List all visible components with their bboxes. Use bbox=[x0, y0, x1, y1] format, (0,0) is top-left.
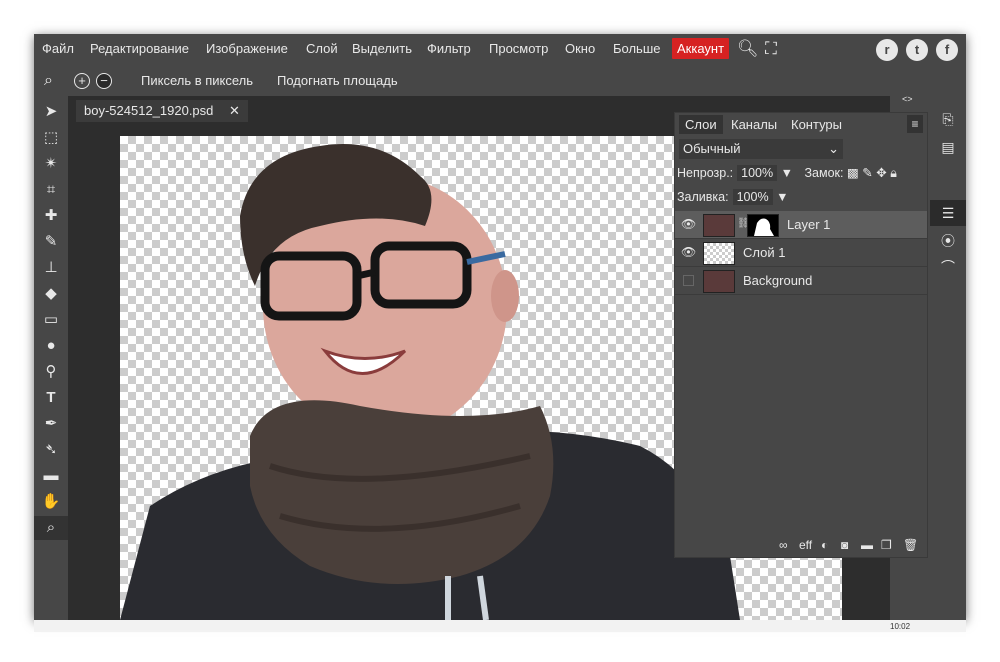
effects-icon[interactable]: eff bbox=[799, 538, 812, 552]
healing-tool-icon[interactable]: ✚ bbox=[34, 204, 68, 228]
folder-icon[interactable]: ▬ bbox=[861, 538, 873, 552]
close-icon[interactable]: ✕ bbox=[229, 103, 240, 118]
new-layer-icon[interactable]: ❐ bbox=[881, 538, 892, 552]
menu-window[interactable]: Окно bbox=[565, 41, 595, 56]
text-tool-icon[interactable]: T bbox=[34, 386, 68, 410]
zoom-tool-icon[interactable]: ⌕ bbox=[34, 516, 68, 540]
mask-icon[interactable]: ◙ bbox=[841, 538, 848, 552]
crop-tool-icon[interactable]: ⌗ bbox=[34, 178, 68, 202]
zoom-tool-icon: ⌕ bbox=[44, 72, 53, 89]
layer-name: Background bbox=[743, 273, 813, 288]
adjustment-icon[interactable]: ◐ bbox=[821, 538, 828, 552]
opacity-input[interactable]: 100% bbox=[737, 165, 778, 181]
layer-thumbnail bbox=[703, 214, 735, 237]
layers-panel: Слои Каналы Контуры ≡ Обычный ⌄ Непрозр.… bbox=[674, 112, 928, 558]
layers-panel-footer: ∞ eff ◐ ◙ ▬ ❐ 🗑︎ bbox=[675, 535, 927, 557]
app-window: Файл Редактирование Изображение Слой Выд… bbox=[34, 34, 966, 620]
menu-filter[interactable]: Фильтр bbox=[427, 41, 471, 56]
document-tab[interactable]: boy-524512_1920.psd ✕ bbox=[76, 100, 248, 122]
tools-panel: ➤ ⬚ ✴ ⌗ ✚ ✎ ⊥ ◆ ▭ ● ⚲ T ✒ ➴ ▬ ✋ ⌕ bbox=[34, 96, 68, 620]
gradient-tool-icon[interactable]: ▭ bbox=[34, 308, 68, 332]
right-sidebar: ⎘ ▤ ☰ ⦿ ⌒ bbox=[930, 96, 966, 620]
layer-row[interactable]: 👁︎ Слой 1 bbox=[675, 239, 927, 267]
menu-select[interactable]: Выделить bbox=[352, 41, 412, 56]
lock-paint-icon[interactable]: ✎ bbox=[862, 166, 872, 180]
fill-label: Заливка: bbox=[677, 190, 729, 204]
menu-bar: Файл Редактирование Изображение Слой Выд… bbox=[34, 34, 966, 66]
stamp-tool-icon[interactable]: ⊥ bbox=[34, 256, 68, 280]
menu-image[interactable]: Изображение bbox=[206, 41, 288, 56]
layer-row[interactable]: Background bbox=[675, 267, 927, 295]
lock-all-icon[interactable]: 🔒︎ bbox=[890, 166, 897, 180]
taskbar-strip bbox=[34, 620, 966, 632]
eraser-tool-icon[interactable]: ◆ bbox=[34, 282, 68, 306]
move-tool-icon[interactable]: ➤ bbox=[34, 100, 68, 124]
brush-tool-icon[interactable]: ✎ bbox=[34, 230, 68, 254]
delete-icon[interactable]: 🗑︎ bbox=[903, 538, 918, 552]
paths-icon[interactable]: ⌒ bbox=[930, 254, 966, 280]
menu-more[interactable]: Больше bbox=[613, 41, 661, 56]
menu-file[interactable]: Файл bbox=[42, 41, 74, 56]
menu-layer[interactable]: Слой bbox=[306, 41, 338, 56]
blur-tool-icon[interactable]: ● bbox=[34, 334, 68, 358]
eye-icon[interactable]: 👁︎ bbox=[681, 245, 696, 259]
lock-move-icon[interactable]: ✥ bbox=[876, 166, 886, 180]
chevron-down-icon: ⌄ bbox=[828, 141, 839, 156]
collapse-panel-icon[interactable]: <> bbox=[902, 94, 913, 104]
marquee-tool-icon[interactable]: ⬚ bbox=[34, 126, 68, 150]
options-bar: ⌕ + − Пиксель в пиксель Подогнать площад… bbox=[34, 66, 966, 96]
menu-edit[interactable]: Редактирование bbox=[90, 41, 189, 56]
layer-name: Layer 1 bbox=[787, 217, 831, 232]
shape-tool-icon[interactable]: ▬ bbox=[34, 464, 68, 488]
fill-input[interactable]: 100% bbox=[732, 189, 773, 205]
layer-thumbnail bbox=[703, 270, 735, 293]
tab-channels[interactable]: Каналы bbox=[731, 117, 777, 132]
hand-tool-icon[interactable]: ✋ bbox=[34, 490, 68, 514]
mask-shape bbox=[754, 218, 774, 236]
channels-icon[interactable]: ⦿ bbox=[930, 228, 966, 254]
layer-row[interactable]: 👁︎ ⛓︎ Layer 1 bbox=[675, 211, 927, 239]
clock: 10:02 bbox=[890, 622, 911, 631]
dodge-tool-icon[interactable]: ⚲ bbox=[34, 360, 68, 384]
layer-thumbnail bbox=[703, 242, 735, 265]
opacity-dropdown-icon[interactable]: ▼ bbox=[781, 166, 793, 180]
search-icon[interactable]: 🔍︎ bbox=[737, 39, 759, 59]
pen-tool-icon[interactable]: ✒ bbox=[34, 412, 68, 436]
pixel-to-pixel-button[interactable]: Пиксель в пиксель bbox=[141, 73, 253, 88]
menu-view[interactable]: Просмотр bbox=[489, 41, 548, 56]
panel-menu-icon[interactable]: ≡ bbox=[907, 115, 923, 133]
blend-mode-select[interactable]: Обычный ⌄ bbox=[679, 139, 843, 159]
history-icon[interactable]: ⎘ bbox=[930, 106, 966, 132]
visibility-toggle[interactable] bbox=[683, 275, 694, 286]
lock-transparency-icon[interactable]: ▩ bbox=[847, 166, 859, 180]
tab-layers[interactable]: Слои bbox=[679, 115, 723, 134]
zoom-in-icon[interactable]: + bbox=[74, 73, 90, 89]
twitter-icon[interactable]: t bbox=[906, 39, 928, 61]
facebook-icon[interactable]: f bbox=[936, 39, 958, 61]
magic-wand-icon[interactable]: ✴ bbox=[34, 152, 68, 176]
blend-mode-value: Обычный bbox=[683, 141, 741, 156]
tab-paths[interactable]: Контуры bbox=[791, 117, 842, 132]
path-select-icon[interactable]: ➴ bbox=[34, 438, 68, 462]
fill-dropdown-icon[interactable]: ▼ bbox=[776, 190, 788, 204]
layers-icon[interactable]: ☰ bbox=[930, 200, 966, 226]
fullscreen-icon[interactable]: ⛶ bbox=[765, 39, 777, 59]
zoom-out-icon[interactable]: − bbox=[96, 73, 112, 89]
swatches-icon[interactable]: ▤ bbox=[930, 134, 966, 160]
reddit-icon[interactable]: r bbox=[876, 39, 898, 61]
layer-name: Слой 1 bbox=[743, 245, 786, 260]
fit-area-button[interactable]: Подогнать площадь bbox=[277, 73, 398, 88]
lock-label: Замок: bbox=[804, 166, 844, 180]
panel-tabs: Слои Каналы Контуры ≡ bbox=[675, 113, 927, 137]
fill-row: Заливка: 100% ▼ bbox=[677, 189, 788, 205]
link-layers-icon[interactable]: ∞ bbox=[779, 538, 788, 552]
document-tab-label: boy-524512_1920.psd bbox=[84, 103, 214, 118]
opacity-row: Непрозр.: 100% ▼ Замок: ▩ ✎ ✥ 🔒︎ bbox=[677, 165, 897, 181]
layer-mask-thumbnail[interactable] bbox=[747, 214, 779, 237]
account-button[interactable]: Аккаунт bbox=[672, 38, 730, 59]
eye-icon[interactable]: 👁︎ bbox=[681, 217, 696, 231]
opacity-label: Непрозр.: bbox=[677, 166, 734, 180]
